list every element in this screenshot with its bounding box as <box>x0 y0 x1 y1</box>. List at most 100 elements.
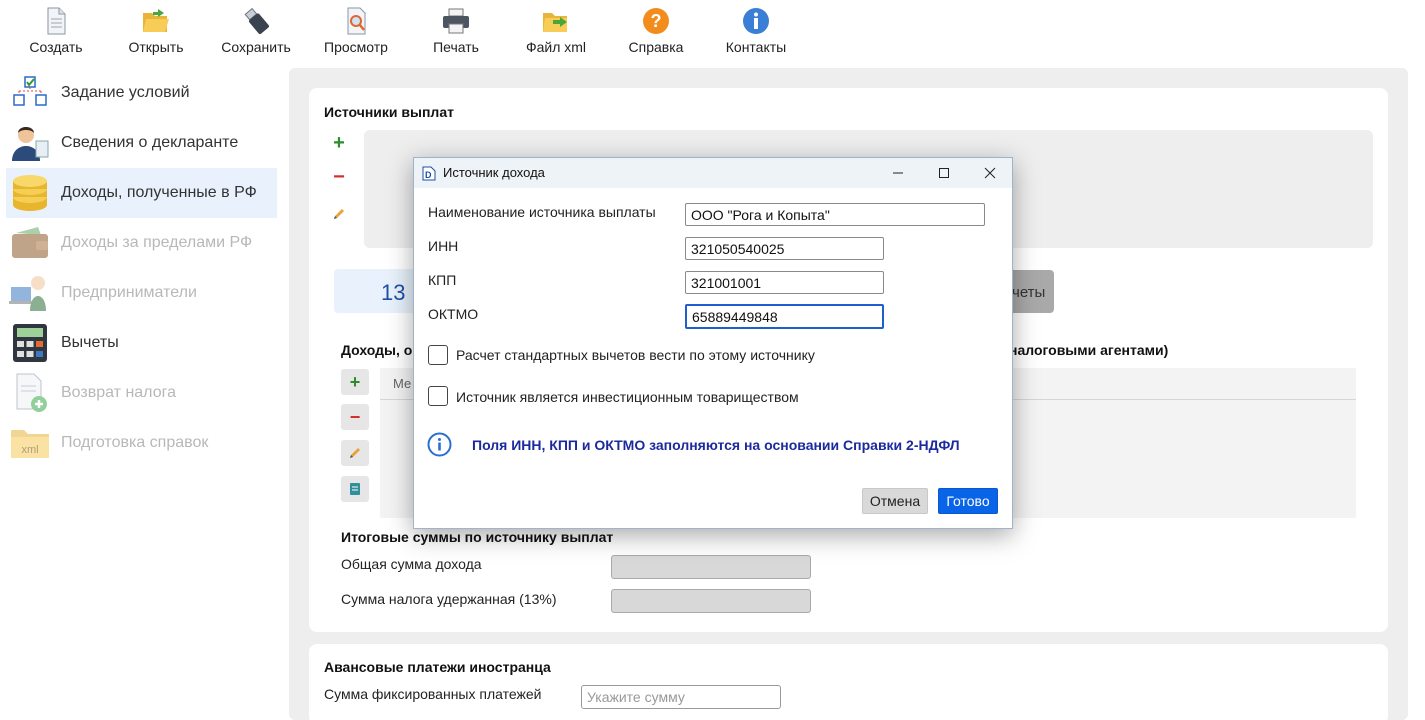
inn-input[interactable] <box>685 237 884 260</box>
oktmo-input[interactable] <box>685 304 884 329</box>
source-name-label: Наименование источника выплаты <box>428 204 656 220</box>
sidebar-item-entrepreneurs[interactable]: Предприниматели <box>6 268 277 318</box>
preview-magnifier-icon <box>347 7 366 35</box>
help-button[interactable]: ? Справка <box>611 6 701 58</box>
toolbar: Создать Открыть Сохранить Просмотр Печат… <box>0 0 1425 62</box>
kpp-input[interactable] <box>685 271 884 294</box>
create-label: Создать <box>29 39 83 55</box>
preview-label: Просмотр <box>324 39 388 55</box>
contacts-label: Контакты <box>725 39 787 55</box>
totals-title: Итоговые суммы по источнику выплат <box>341 529 614 545</box>
svg-text:?: ? <box>651 11 662 31</box>
save-label: Сохранить <box>221 39 291 55</box>
advance-title: Авансовые платежи иностранца <box>324 659 551 675</box>
remove-source-button[interactable]: − <box>331 166 347 188</box>
income-section-title-end: налоговыми агентами) <box>1009 342 1169 358</box>
xml-file-button[interactable]: Файл xml <box>511 6 601 58</box>
calculator-icon <box>13 324 47 362</box>
save-button[interactable]: Сохранить <box>211 6 301 58</box>
info-message: Поля ИНН, КПП и ОКТМО заполняются на осн… <box>472 437 960 453</box>
contacts-button[interactable]: Контакты <box>711 6 801 58</box>
sidebar: Задание условий Сведения о декларанте До… <box>0 68 285 720</box>
close-button[interactable] <box>967 158 1013 188</box>
open-label: Открыть <box>128 39 184 55</box>
dialog-title: Источник дохода <box>443 165 545 180</box>
new-document-icon <box>47 7 66 35</box>
copy-income-button[interactable] <box>341 476 369 502</box>
kpp-label: КПП <box>428 272 457 288</box>
fixed-payments-label: Сумма фиксированных платежей <box>324 686 542 702</box>
remove-income-button[interactable]: − <box>341 404 369 430</box>
sidebar-item-label: Доходы за пределами РФ <box>61 234 253 251</box>
tab-rate-13-label: 13 <box>381 280 406 305</box>
refund-doc-icon <box>16 373 47 412</box>
open-button[interactable]: Открыть <box>111 6 201 58</box>
svg-text:D: D <box>425 170 432 180</box>
sidebar-item-label: Подготовка справок <box>61 434 209 451</box>
conditions-icon <box>13 76 47 106</box>
document-stack-icon <box>350 483 360 495</box>
sidebar-item-label: Сведения о декларанте <box>61 134 239 151</box>
create-button[interactable]: Создать <box>11 6 101 58</box>
coins-icon <box>13 175 47 211</box>
close-icon <box>984 167 996 179</box>
maximize-icon <box>939 168 949 178</box>
tab-deductions-label: четы <box>1012 284 1046 301</box>
usb-drive-icon <box>244 7 269 34</box>
investment-partnership-checkbox[interactable] <box>428 386 448 406</box>
fixed-payments-input[interactable] <box>581 685 781 709</box>
sources-title: Источники выплат <box>324 104 454 120</box>
sidebar-item-conditions[interactable]: Задание условий <box>6 68 277 118</box>
xml-file-label: Файл xml <box>525 39 587 55</box>
income-section-title: Доходы, о <box>341 342 413 358</box>
sidebar-item-deductions[interactable]: Вычеты <box>6 318 277 368</box>
sidebar-item-income-abroad[interactable]: Доходы за пределами РФ <box>6 218 277 268</box>
declarant-icon <box>12 127 49 161</box>
svg-text:xml: xml <box>21 444 38 456</box>
sidebar-item-income-rf[interactable]: Доходы, полученные в РФ <box>6 168 277 218</box>
print-button[interactable]: Печать <box>411 6 501 58</box>
sidebar-item-label: Доходы, полученные в РФ <box>61 184 257 201</box>
std-deductions-checkbox[interactable] <box>428 345 448 365</box>
income-source-dialog: D Источник дохода Наименование источника… <box>413 157 1013 529</box>
total-tax-field <box>611 589 811 613</box>
xml-export-icon <box>543 13 567 32</box>
sidebar-item-declarant[interactable]: Сведения о декларанте <box>6 118 277 168</box>
sidebar-item-label: Задание условий <box>61 84 190 101</box>
cancel-button[interactable]: Отмена <box>862 488 928 514</box>
app-logo-icon: D <box>422 166 436 181</box>
done-button[interactable]: Готово <box>938 488 998 514</box>
help-label: Справка <box>628 39 684 55</box>
std-deductions-label: Расчет стандартных вычетов вести по этом… <box>456 347 815 363</box>
sidebar-item-label: Возврат налога <box>61 384 176 401</box>
xml-folder-icon: xml <box>11 430 49 458</box>
maximize-button[interactable] <box>921 158 967 188</box>
investment-partnership-label: Источник является инвестиционным товарищ… <box>456 389 799 405</box>
oktmo-label: ОКТМО <box>428 306 479 322</box>
printer-icon <box>443 8 469 34</box>
edit-income-button[interactable] <box>341 440 369 466</box>
sidebar-item-certificates[interactable]: xml Подготовка справок <box>6 418 277 468</box>
source-name-input[interactable] <box>685 203 985 226</box>
minimize-button[interactable] <box>875 158 921 188</box>
total-tax-label: Сумма налога удержанная (13%) <box>341 591 557 607</box>
info-icon <box>427 432 452 457</box>
info-contacts-icon <box>743 8 769 34</box>
inn-label: ИНН <box>428 238 459 254</box>
add-income-button[interactable]: + <box>341 369 369 395</box>
sidebar-item-tax-refund[interactable]: Возврат налога <box>6 368 277 418</box>
edit-source-button[interactable] <box>331 206 347 222</box>
entrepreneur-icon <box>9 276 46 311</box>
pencil-icon <box>350 448 360 458</box>
advance-payments-card <box>309 644 1388 720</box>
preview-button[interactable]: Просмотр <box>311 6 401 58</box>
dialog-titlebar[interactable]: D Источник дохода <box>414 158 1012 188</box>
wallet-icon <box>12 227 48 258</box>
print-label: Печать <box>433 39 479 55</box>
add-source-button[interactable]: + <box>331 132 347 154</box>
sidebar-item-label: Предприниматели <box>61 284 197 301</box>
help-question-icon: ? <box>643 8 669 34</box>
total-income-label: Общая сумма дохода <box>341 556 482 572</box>
total-income-field <box>611 555 811 579</box>
month-column-header: Ме <box>393 376 412 391</box>
